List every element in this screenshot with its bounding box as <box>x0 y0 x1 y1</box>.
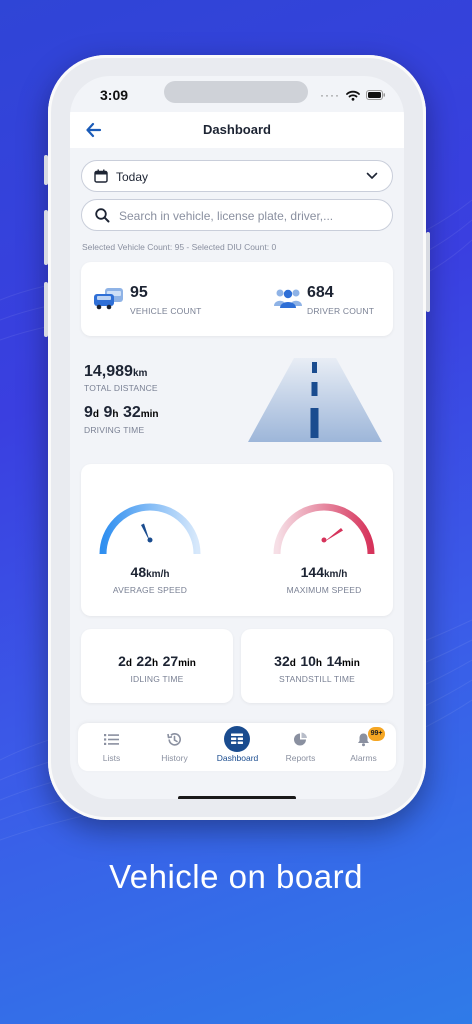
maximum-speed-value: 144km/h <box>269 564 379 582</box>
tab-dashboard[interactable]: Dashboard <box>206 723 269 771</box>
driving-time: 9d 9h 32min <box>84 404 159 422</box>
maximum-speed-label: MAXIMUM SPEED <box>286 585 362 595</box>
promo-caption: Vehicle on board <box>109 858 363 895</box>
search-input[interactable]: Search in vehicle, license plate, driver… <box>81 199 393 231</box>
vehicles-icon <box>94 288 123 310</box>
calendar-icon <box>94 169 108 183</box>
status-time: 3:09 <box>100 87 129 103</box>
vehicle-count-label: VEHICLE COUNT <box>130 306 202 316</box>
vehicle-count-value: 95 <box>130 284 148 301</box>
maximum-speed-gauge <box>273 503 375 555</box>
date-filter-select[interactable]: Today <box>81 160 393 192</box>
alarms-badge: 99+ <box>368 727 385 741</box>
standstill-days-unit: d <box>289 658 296 669</box>
signal-icon: ···· <box>320 88 340 102</box>
idling-time-card: 2d 22h 27min IDLING TIME <box>81 629 233 703</box>
search-placeholder: Search in vehicle, license plate, driver… <box>119 209 334 223</box>
idling-minutes-unit: min <box>178 658 196 669</box>
total-distance-unit: km <box>132 368 148 379</box>
tab-history[interactable]: History <box>143 723 206 771</box>
battery-icon <box>366 90 385 100</box>
average-speed-label: AVERAGE SPEED <box>112 585 188 595</box>
tab-dashboard-label: Dashboard <box>216 753 259 763</box>
speed-card: 48km/h AVERAGE SPEED 144km/h MAXIMUM SPE… <box>81 464 393 616</box>
standstill-hours-unit: h <box>315 658 322 669</box>
home-indicator <box>178 796 296 799</box>
total-distance-label: TOTAL DISTANCE <box>84 383 158 393</box>
chevron-down-icon <box>366 172 378 179</box>
average-speed-gauge <box>99 503 201 555</box>
dynamic-island <box>164 81 308 103</box>
tab-lists[interactable]: Lists <box>80 723 143 771</box>
idling-hours-unit: h <box>152 658 159 669</box>
volume-up-button <box>44 210 48 265</box>
tab-reports[interactable]: Reports <box>269 723 332 771</box>
average-speed-value: 48km/h <box>95 564 205 582</box>
tab-history-label: History <box>161 753 188 763</box>
history-icon <box>167 733 181 746</box>
standstill-time-label: STANDSTILL TIME <box>278 674 356 684</box>
counts-card: 95 VEHICLE COUNT 684 DRIVER COUNT <box>81 262 393 336</box>
search-icon <box>95 208 110 223</box>
pie-chart-icon <box>294 732 307 746</box>
road-illustration <box>248 358 382 442</box>
dashboard-icon <box>224 726 250 752</box>
idling-days: 2 <box>118 653 126 669</box>
idling-minutes: 27 <box>162 653 179 669</box>
status-bar: 3:09 ···· <box>70 76 404 116</box>
average-speed-number: 48 <box>130 564 147 580</box>
list-icon <box>104 734 119 745</box>
standstill-minutes-unit: min <box>342 658 360 669</box>
driver-count-value: 684 <box>307 284 334 301</box>
page-title: Dashboard <box>203 122 271 137</box>
selected-count-text: Selected Vehicle Count: 95 - Selected DI… <box>82 242 277 252</box>
standstill-time-card: 32d 10h 14min STANDSTILL TIME <box>241 629 393 703</box>
driving-minutes: 32 <box>122 404 141 421</box>
app-header: Dashboard <box>70 112 404 148</box>
idling-days-unit: d <box>125 658 132 669</box>
driving-minutes-unit: min <box>140 409 159 420</box>
driving-time-label: DRIVING TIME <box>84 425 145 435</box>
bottom-tab-bar: Lists History Dashboard Reports 99+ Alar… <box>78 723 396 771</box>
driving-days: 9 <box>84 404 93 421</box>
average-speed-unit: km/h <box>146 569 170 580</box>
mute-switch <box>44 155 48 185</box>
wifi-icon <box>346 90 360 101</box>
standstill-hours: 10 <box>300 653 316 669</box>
idling-time-label: IDLING TIME <box>130 674 184 684</box>
date-filter-value: Today <box>116 170 149 184</box>
standstill-time-value: 32d 10h 14min <box>241 653 393 671</box>
idling-time-value: 2d 22h 27min <box>81 653 233 671</box>
maximum-speed-number: 144 <box>300 564 324 580</box>
total-distance: 14,989km <box>84 363 147 381</box>
total-distance-value: 14,989 <box>84 363 133 380</box>
idling-hours: 22 <box>136 653 152 669</box>
driving-days-unit: d <box>92 409 100 420</box>
tab-alarms[interactable]: 99+ Alarms <box>332 723 395 771</box>
app-screen: 3:09 ···· Dashboard Today Search in vehi… <box>70 76 404 799</box>
tab-alarms-label: Alarms <box>350 753 377 763</box>
tab-reports-label: Reports <box>285 753 316 763</box>
drivers-icon <box>274 289 302 308</box>
driver-count-label: DRIVER COUNT <box>307 306 375 316</box>
power-button <box>426 232 430 312</box>
maximum-speed-unit: km/h <box>324 569 348 580</box>
tab-lists-label: Lists <box>102 753 121 763</box>
standstill-minutes: 14 <box>326 653 343 669</box>
driving-hours-unit: h <box>112 409 119 420</box>
standstill-days: 32 <box>274 653 290 669</box>
volume-down-button <box>44 282 48 337</box>
